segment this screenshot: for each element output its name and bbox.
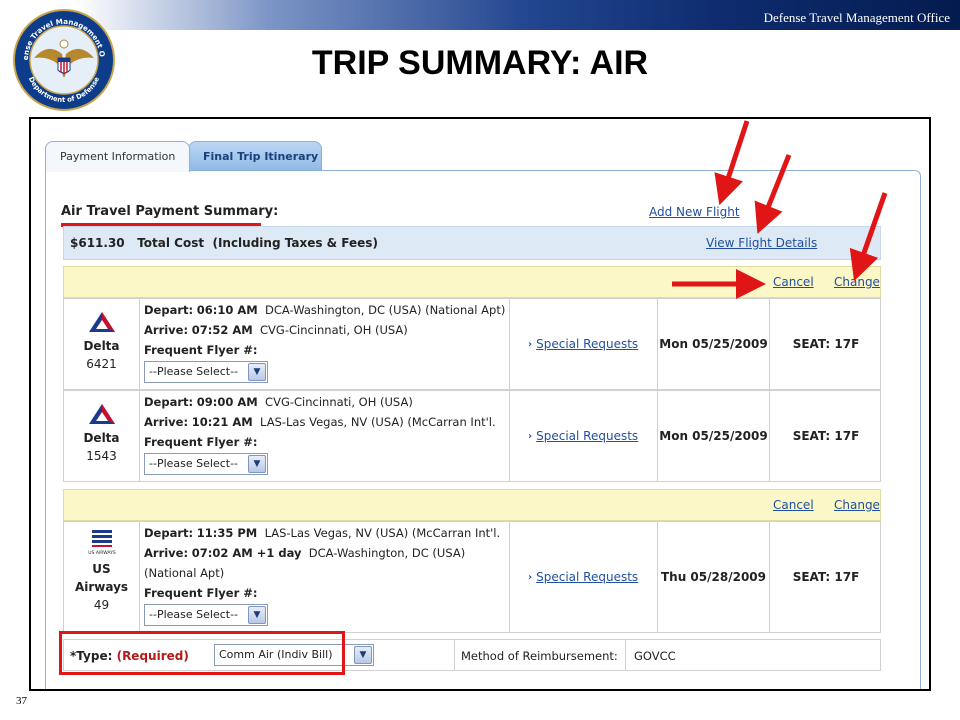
depart-line: Depart: 11:35 PM LAS-Las Vegas, NV (USA)…: [144, 526, 501, 540]
frequent-flyer-select[interactable]: --Please Select-- ▼: [144, 604, 268, 626]
add-new-flight-link[interactable]: Add New Flight: [649, 205, 740, 219]
seat-assignment: SEAT: 17F: [792, 429, 860, 443]
flight-leg-row: Delta 1543 Depart: 09:00 AM CVG-Cincinna…: [63, 390, 881, 482]
special-requests-cell: › Special Requests: [510, 391, 658, 481]
flight-number: 49: [93, 598, 110, 612]
flight-date: Mon 05/25/2009: [659, 429, 768, 443]
reimbursement-value: GOVCC: [634, 649, 676, 663]
special-requests-link[interactable]: Special Requests: [536, 570, 638, 584]
arrive-line: Arrive: 07:02 AM +1 day DCA-Washington, …: [144, 546, 466, 560]
frequent-flyer-select[interactable]: --Please Select-- ▼: [144, 453, 268, 475]
flight-number: 6421: [86, 357, 117, 371]
airline-cell: Delta 6421: [64, 299, 140, 389]
airline-name-line-2: Airways: [74, 580, 129, 594]
cancel-link[interactable]: Cancel: [773, 498, 814, 512]
tab-final-trip-itinerary[interactable]: Final Trip Itinerary: [188, 141, 322, 171]
flight-date: Thu 05/28/2009: [660, 570, 766, 584]
chevron-down-icon: ▼: [354, 646, 372, 664]
airline-name: US: [92, 562, 111, 576]
airline-cell: US AIRWAYS US Airways 49: [64, 522, 140, 632]
special-requests-cell: › Special Requests: [510, 522, 658, 632]
arrive-line-continued: (National Apt): [144, 566, 225, 580]
total-cost-text: $611.30 Total Cost (Including Taxes & Fe…: [70, 236, 378, 250]
cancel-link[interactable]: Cancel: [773, 275, 814, 289]
view-flight-details-link[interactable]: View Flight Details: [706, 236, 817, 250]
airline-cell: Delta 1543: [64, 391, 140, 481]
date-cell: Mon 05/25/2009: [658, 299, 770, 389]
frequent-flyer-label: Frequent Flyer #:: [144, 435, 258, 449]
total-cost-bar: $611.30 Total Cost (Including Taxes & Fe…: [63, 226, 881, 260]
flight-detail-cell: Depart: 09:00 AM CVG-Cincinnati, OH (USA…: [140, 391, 510, 481]
date-cell: Thu 05/28/2009: [658, 522, 770, 632]
special-requests-link[interactable]: Special Requests: [536, 429, 638, 443]
change-link[interactable]: Change: [834, 275, 880, 289]
flight-detail-cell: Depart: 06:10 AM DCA-Washington, DC (USA…: [140, 299, 510, 389]
summary-title: Air Travel Payment Summary:: [61, 204, 279, 219]
segment-header: Cancel Change: [63, 489, 881, 521]
total-note: (Including Taxes & Fees): [212, 236, 378, 250]
chevron-right-icon: ›: [528, 571, 533, 583]
special-requests-cell: › Special Requests: [510, 299, 658, 389]
chevron-down-icon: ▼: [248, 455, 266, 473]
screenshot-frame: Payment Information Final Trip Itinerary…: [29, 117, 931, 691]
frequent-flyer-select[interactable]: --Please Select-- ▼: [144, 361, 268, 383]
segment-header: Cancel Change: [63, 266, 881, 298]
seat-cell: SEAT: 17F: [770, 522, 882, 632]
svg-text:US AIRWAYS: US AIRWAYS: [88, 550, 116, 556]
seat-assignment: SEAT: 17F: [792, 570, 860, 584]
flight-date: Mon 05/25/2009: [659, 337, 768, 351]
seat-cell: SEAT: 17F: [770, 391, 882, 481]
arrive-line: Arrive: 10:21 AM LAS-Las Vegas, NV (USA)…: [144, 415, 496, 429]
flight-leg-row: Delta 6421 Depart: 06:10 AM DCA-Washingt…: [63, 298, 881, 390]
slide-title: TRIP SUMMARY: AIR: [311, 44, 649, 82]
slide-number: 37: [16, 695, 27, 707]
depart-line: Depart: 06:10 AM DCA-Washington, DC (USA…: [144, 303, 506, 317]
frequent-flyer-label: Frequent Flyer #:: [144, 586, 258, 600]
airline-name: Delta: [83, 339, 120, 353]
total-label: Total Cost: [137, 236, 205, 250]
us-airways-logo-icon: US AIRWAYS: [88, 530, 116, 556]
delta-logo-icon: [88, 312, 115, 332]
frequent-flyer-label: Frequent Flyer #:: [144, 343, 258, 357]
reimbursement-label: Method of Reimbursement:: [454, 640, 626, 670]
tab-payment-information[interactable]: Payment Information: [45, 141, 190, 172]
delta-logo-icon: [88, 404, 115, 424]
date-cell: Mon 05/25/2009: [658, 391, 770, 481]
flight-number: 1543: [86, 449, 117, 463]
depart-line: Depart: 09:00 AM CVG-Cincinnati, OH (USA…: [144, 395, 413, 409]
chevron-right-icon: ›: [528, 338, 533, 350]
seat-cell: SEAT: 17F: [770, 299, 882, 389]
airline-name: Delta: [83, 431, 120, 445]
flight-detail-cell: Depart: 11:35 PM LAS-Las Vegas, NV (USA)…: [140, 522, 510, 632]
office-label: Defense Travel Management Office: [763, 10, 950, 25]
total-amount: $611.30: [70, 236, 125, 250]
change-link[interactable]: Change: [834, 498, 880, 512]
special-requests-link[interactable]: Special Requests: [536, 337, 638, 351]
chevron-down-icon: ▼: [248, 606, 266, 624]
flight-leg-row: US AIRWAYS US Airways 49 Depart: 11:35 P…: [63, 521, 881, 633]
annotation-highlight-box: [59, 631, 345, 675]
seat-assignment: SEAT: 17F: [792, 337, 860, 351]
arrive-line: Arrive: 07:52 AM CVG-Cincinnati, OH (USA…: [144, 323, 408, 337]
chevron-down-icon: ▼: [248, 363, 266, 381]
chevron-right-icon: ›: [528, 430, 533, 442]
